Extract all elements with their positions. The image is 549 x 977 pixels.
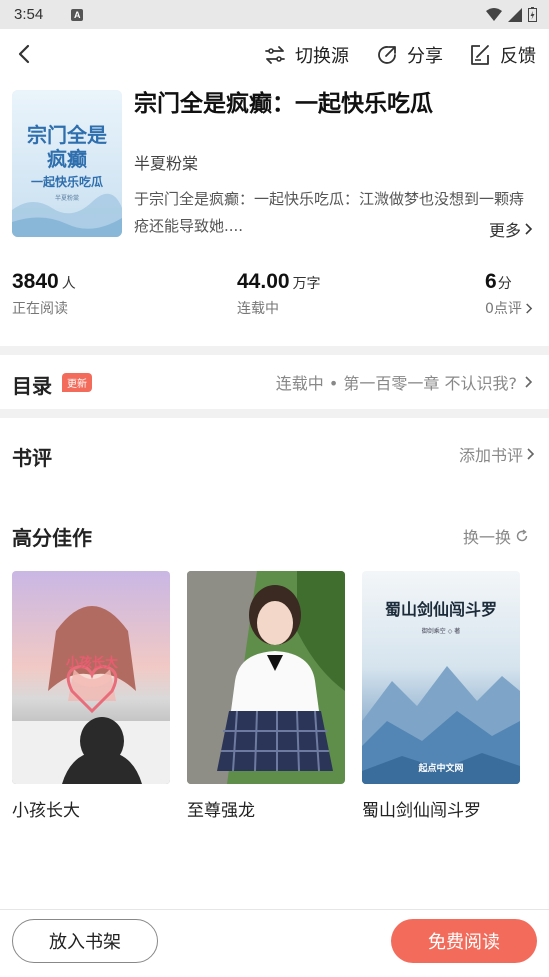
stat-wordcount-unit: 万字 [292, 276, 321, 292]
cover-brand: 起点中文网 [417, 762, 463, 774]
chevron-right-icon [525, 376, 533, 388]
top-bar: 切换源 分享 反馈 [0, 29, 549, 81]
bottom-bar: 放入书架 免费阅读 [0, 909, 549, 977]
share-button[interactable]: 分享 [375, 41, 443, 69]
stat-readers-unit: 人 [61, 276, 76, 292]
cover-title-line3: 一起快乐吃瓜 [31, 174, 103, 189]
section-divider [0, 409, 549, 418]
feedback-label: 反馈 [500, 46, 536, 67]
recommend-book-name: 小孩长大 [12, 801, 80, 821]
recommend-book-card[interactable]: 蜀山剑仙闯斗罗 御剑乘空 ◇ 著 起点中文网 蜀山剑仙闯斗罗 [362, 571, 520, 821]
refresh-icon [516, 529, 528, 542]
stat-wordcount-value: 44.00 [237, 270, 290, 293]
catalog-latest-chapter[interactable]: 连载中 • 第一百零一章 不认识我? [276, 370, 533, 394]
book-cover-art: 宗门全是 疯癫 一起快乐吃瓜 半夏粉棠 [12, 90, 122, 237]
feedback-button[interactable]: 反馈 [468, 41, 536, 69]
notification-badge: A [71, 8, 84, 21]
catalog-title[interactable]: 目录 [12, 370, 52, 399]
refresh-label: 换一换 [462, 528, 511, 547]
recommend-title: 高分佳作 [12, 526, 92, 550]
recommend-book-card[interactable]: 至尊强龙 [187, 571, 345, 821]
wifi-icon [486, 7, 502, 21]
status-icons [486, 7, 537, 22]
cover-title: 蜀山剑仙闯斗罗 [385, 600, 497, 619]
section-divider [0, 346, 549, 355]
status-bar: 3:54 A [0, 0, 549, 29]
stat-readers: 3840 人 正在阅读 [12, 270, 76, 318]
more-label: 更多 [488, 221, 521, 240]
read-free-button[interactable]: 免费阅读 [391, 919, 537, 963]
cover-title-line1: 宗门全是 [27, 123, 107, 147]
switch-source-button[interactable]: 切换源 [263, 41, 349, 69]
stat-rating[interactable]: 6分 0点评 [485, 270, 533, 318]
add-review-button[interactable]: 添加书评 [459, 442, 535, 466]
share-icon [378, 46, 396, 64]
recommend-book-cover: 蜀山剑仙闯斗罗 御剑乘空 ◇ 著 起点中文网 [362, 571, 520, 784]
stat-wordcount-label: 连载中 [237, 301, 279, 317]
recommend-book-name: 蜀山剑仙闯斗罗 [362, 801, 481, 821]
cover-title-line2: 疯癫 [47, 147, 87, 171]
catalog-status-text: 连载中 • 第一百零一章 不认识我? [275, 374, 517, 393]
book-cover[interactable]: 宗门全是 疯癫 一起快乐吃瓜 半夏粉棠 [12, 90, 122, 237]
recommend-book-cover: 小孩长大 [12, 571, 170, 784]
chevron-right-icon [525, 223, 533, 235]
recommend-book-card[interactable]: 小孩长大 小孩长大 [12, 571, 170, 821]
more-button[interactable]: 更多 [489, 217, 533, 241]
book-title: 宗门全是疯癫：一起快乐吃瓜 [134, 91, 433, 117]
stat-wordcount: 44.00 万字 连载中 [237, 270, 321, 318]
refresh-button[interactable]: 换一换 [463, 524, 529, 548]
back-arrow-icon[interactable] [12, 41, 38, 67]
status-time: 3:54 [14, 6, 44, 23]
stat-readers-label: 正在阅读 [12, 301, 68, 317]
cover-author: 御剑乘空 ◇ 著 [422, 627, 460, 635]
recommend-book-cover [187, 571, 345, 784]
cover-text: 小孩长大 [66, 655, 118, 671]
update-badge: 更新 [62, 373, 92, 392]
add-review-label: 添加书评 [458, 446, 523, 465]
share-label: 分享 [407, 46, 443, 67]
recommend-book-name: 至尊强龙 [187, 801, 255, 821]
book-author[interactable]: 半夏粉棠 [134, 150, 198, 174]
switch-source-icon [265, 46, 285, 64]
stat-rating-unit: 分 [497, 276, 512, 292]
stat-rating-label: 0点评 [485, 301, 522, 317]
cover-author: 半夏粉棠 [55, 194, 79, 202]
feedback-icon [471, 45, 489, 65]
battery-icon [528, 7, 537, 22]
stat-rating-value: 6 [485, 270, 497, 293]
book-description: 于宗门全是疯癫：一起快乐吃瓜：江溦做梦也没想到一颗痔疮还能导致她.... [134, 190, 525, 235]
reviews-title: 书评 [12, 446, 52, 470]
chevron-right-icon [526, 302, 533, 314]
switch-source-label: 切换源 [295, 46, 349, 67]
signal-icon [508, 7, 522, 22]
chevron-right-icon [527, 448, 535, 460]
stat-readers-value: 3840 [12, 270, 59, 293]
add-to-shelf-button[interactable]: 放入书架 [12, 919, 158, 963]
